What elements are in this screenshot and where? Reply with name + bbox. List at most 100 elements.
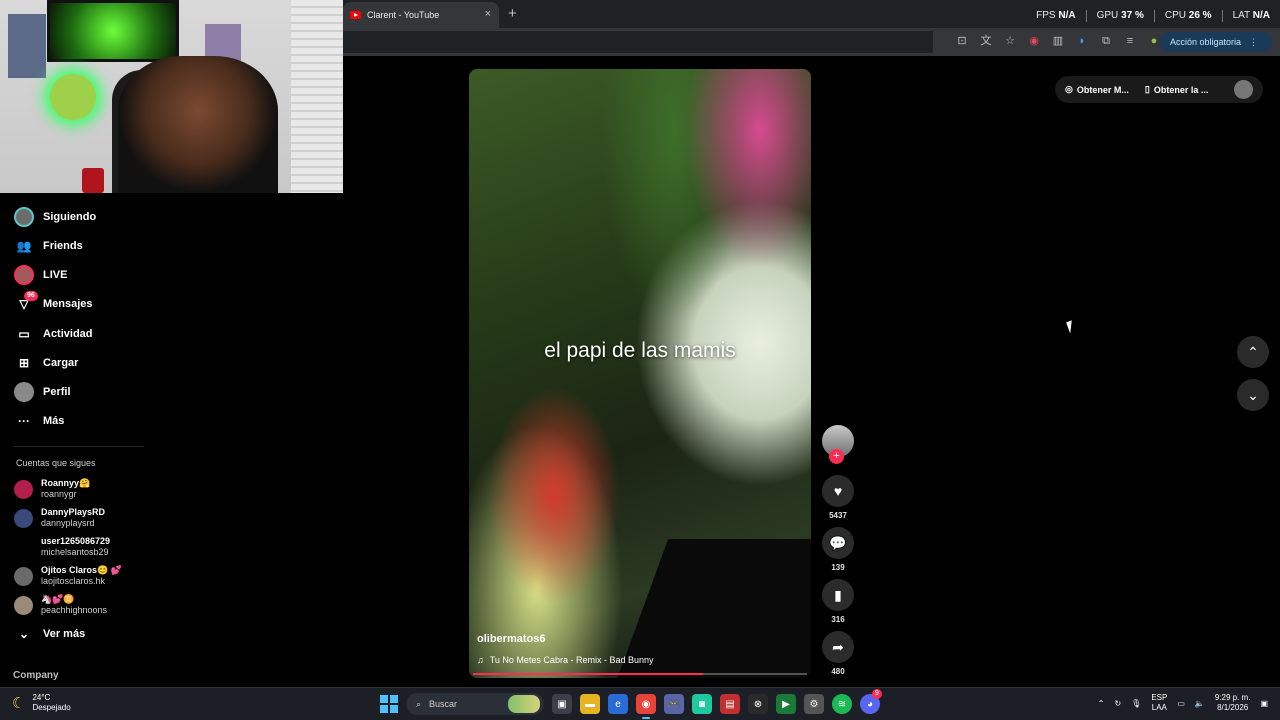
taskbar-search[interactable]: ⌕ Buscar (406, 693, 544, 715)
spotify-icon[interactable]: ≋ (832, 694, 852, 714)
phone-icon: ▯ (1144, 84, 1150, 94)
messages-icon: ▽ 96 (14, 291, 38, 314)
sidebar-item-actividad[interactable]: ▭ Actividad (14, 323, 92, 345)
profile-avatar-icon[interactable]: ● (1147, 34, 1161, 48)
media-player-icon[interactable]: ▶ (776, 694, 796, 714)
browser-tab[interactable]: Clarent - YouTube × (343, 2, 499, 28)
sidebar-item-perfil[interactable]: Perfil (14, 381, 71, 403)
follow-plus-icon[interactable]: + (829, 449, 844, 464)
sidebar-item-friends[interactable]: 👥 Friends (14, 235, 83, 257)
divider (14, 446, 144, 447)
address-bar[interactable] (343, 31, 933, 53)
chrome-icon[interactable]: ◉ (636, 694, 656, 719)
toolbar-icons: ⊡ 文 ☆ ◉ ▥ ◗ ⧉ ≡ ● (955, 34, 1161, 48)
edge-icon[interactable]: e (608, 694, 628, 714)
friends-icon: 👥 (16, 239, 32, 253)
microphone-icon[interactable]: 🎙 (1131, 699, 1141, 708)
extension-audio-icon[interactable]: ◗ (1075, 34, 1089, 48)
game-controller-icon[interactable]: 🎮 (664, 694, 684, 714)
settings-gear-icon[interactable]: ⚙ (804, 694, 824, 714)
browser-toolbar: ⊡ 文 ☆ ◉ ▥ ◗ ⧉ ≡ ● Acción obligatoria ⋮ (343, 28, 1280, 56)
sidebar-item-siguiendo[interactable]: Siguiendo (14, 206, 96, 228)
windows-start-icon[interactable] (380, 695, 398, 713)
media-queue-icon[interactable]: ≡ (1123, 34, 1137, 48)
language-indicator[interactable]: ESP LAA (1151, 693, 1167, 713)
followed-account[interactable]: Ojitos Claros😊 💕 laojitosclaros.hk (14, 565, 122, 587)
system-tray: ⌃ ↻ 🎙 ESP LAA ▭ 🔈 9:29 p. m. 8/1/2026 ▣ (1098, 693, 1268, 713)
more-icon: ··· (18, 414, 30, 428)
bookmark-icon[interactable]: ▮ (822, 579, 854, 611)
chevron-down-icon: ⌄ (18, 627, 30, 641)
sidebar-item-mas[interactable]: ··· Más (14, 410, 64, 432)
like-icon[interactable]: ♥ (822, 475, 854, 507)
moon-icon: ☾ (12, 695, 26, 712)
get-app-button[interactable]: ◎ Obtener M... (1065, 84, 1129, 95)
network-icon[interactable]: ▭ (1177, 699, 1185, 708)
see-more-link[interactable]: ⌄ Ver más (14, 623, 85, 645)
weather-widget[interactable]: ☾ 24°C Despejado (12, 693, 71, 713)
chevron-up-icon[interactable]: ⌃ (1098, 699, 1105, 708)
browser-tab-bar: Clarent - YouTube × + FPS N/A GPU 37 % C… (343, 0, 1280, 28)
followed-account[interactable]: user1265086729 michelsantosb29 (14, 536, 110, 558)
tab-close-icon[interactable]: × (485, 8, 491, 20)
sidebar-item-cargar[interactable]: ⊞ Cargar (14, 352, 79, 374)
chevron-down-icon: ⌄ (1247, 386, 1259, 403)
sidebar-item-live[interactable]: LIVE (14, 264, 67, 286)
live-icon (14, 265, 34, 285)
volume-icon[interactable]: 🔈 (1195, 699, 1205, 708)
user-avatar[interactable] (1234, 80, 1253, 99)
share-icon[interactable]: ➦ (822, 631, 854, 663)
previous-video-button[interactable]: ⌃ (1237, 336, 1269, 368)
following-avatar-icon (14, 207, 34, 227)
like-count: 5437 (829, 511, 847, 520)
install-app-icon[interactable]: ⊡ (955, 34, 969, 48)
video-player[interactable]: el papi de las mamis olibermatos6 ♫ Tu N… (469, 69, 811, 678)
xbox-icon[interactable]: ⊗ (748, 694, 768, 714)
wall-poster (8, 14, 46, 78)
bookmark-star-icon[interactable]: ☆ (1003, 34, 1017, 48)
get-mobile-app-button[interactable]: ▯ Obtener la ... (1145, 84, 1208, 95)
video-music[interactable]: ♫ Tu No Metes Cabra - Remix - Bad Bunny (477, 655, 653, 665)
extensions-puzzle-icon[interactable]: ⧉ (1099, 34, 1113, 48)
translate-icon[interactable]: 文 (979, 34, 993, 48)
followed-account[interactable]: 🦄💕♊ peachhighnoons (14, 594, 107, 616)
save-count: 316 (831, 615, 845, 624)
new-tab-button[interactable]: + (508, 5, 517, 22)
file-explorer-icon[interactable]: ▬ (580, 694, 600, 714)
chat-app-icon[interactable]: ◙ (692, 694, 712, 714)
voicemeeter-icon[interactable]: ▤ (720, 694, 740, 714)
discord-icon[interactable]: ◕ 9 (860, 689, 882, 714)
avatar (14, 566, 33, 586)
followed-account[interactable]: DannyPlaysRD dannyplaysrd (14, 507, 105, 529)
search-highlight-image (508, 695, 540, 713)
streamer (118, 56, 278, 193)
upload-icon: ⊞ (18, 356, 30, 370)
lat-stat: LAT N/A (1232, 10, 1270, 21)
search-icon: ⌕ (416, 698, 422, 709)
video-author[interactable]: olibermatos6 (477, 633, 545, 645)
next-video-button[interactable]: ⌄ (1237, 379, 1269, 411)
discord-badge: 9 (872, 689, 882, 699)
divider (1221, 10, 1223, 22)
video-progress-bar[interactable] (473, 673, 807, 675)
sidebar-item-mensajes[interactable]: ▽ 96 Mensajes (14, 291, 93, 315)
gpu-stat: GPU 37 % (1096, 10, 1144, 21)
top-actions-pill: ◎ Obtener M... ▯ Obtener la ... (1055, 76, 1263, 103)
window-blinds (291, 0, 343, 193)
extension-meter-icon[interactable]: ▥ (1051, 34, 1065, 48)
sync-icon[interactable]: ↻ (1114, 699, 1121, 708)
company-link[interactable]: Company (13, 670, 59, 681)
neon-sign (50, 74, 96, 120)
followed-account[interactable]: Roannyy🤗 roannygr (14, 478, 90, 500)
divider (1085, 10, 1087, 22)
clock[interactable]: 9:29 p. m. 8/1/2026 (1215, 693, 1251, 713)
comment-icon[interactable]: 💬 (822, 527, 854, 559)
app-icon: ◎ (1065, 84, 1073, 94)
action-required-button[interactable]: Acción obligatoria ⋮ (1159, 32, 1272, 52)
extension-red-icon[interactable]: ◉ (1027, 34, 1041, 48)
avatar (14, 479, 33, 499)
share-count: 480 (831, 667, 845, 676)
notification-icon[interactable]: ▣ (1260, 699, 1268, 708)
task-view-icon[interactable]: ▣ (552, 694, 572, 714)
avatar (14, 595, 33, 615)
